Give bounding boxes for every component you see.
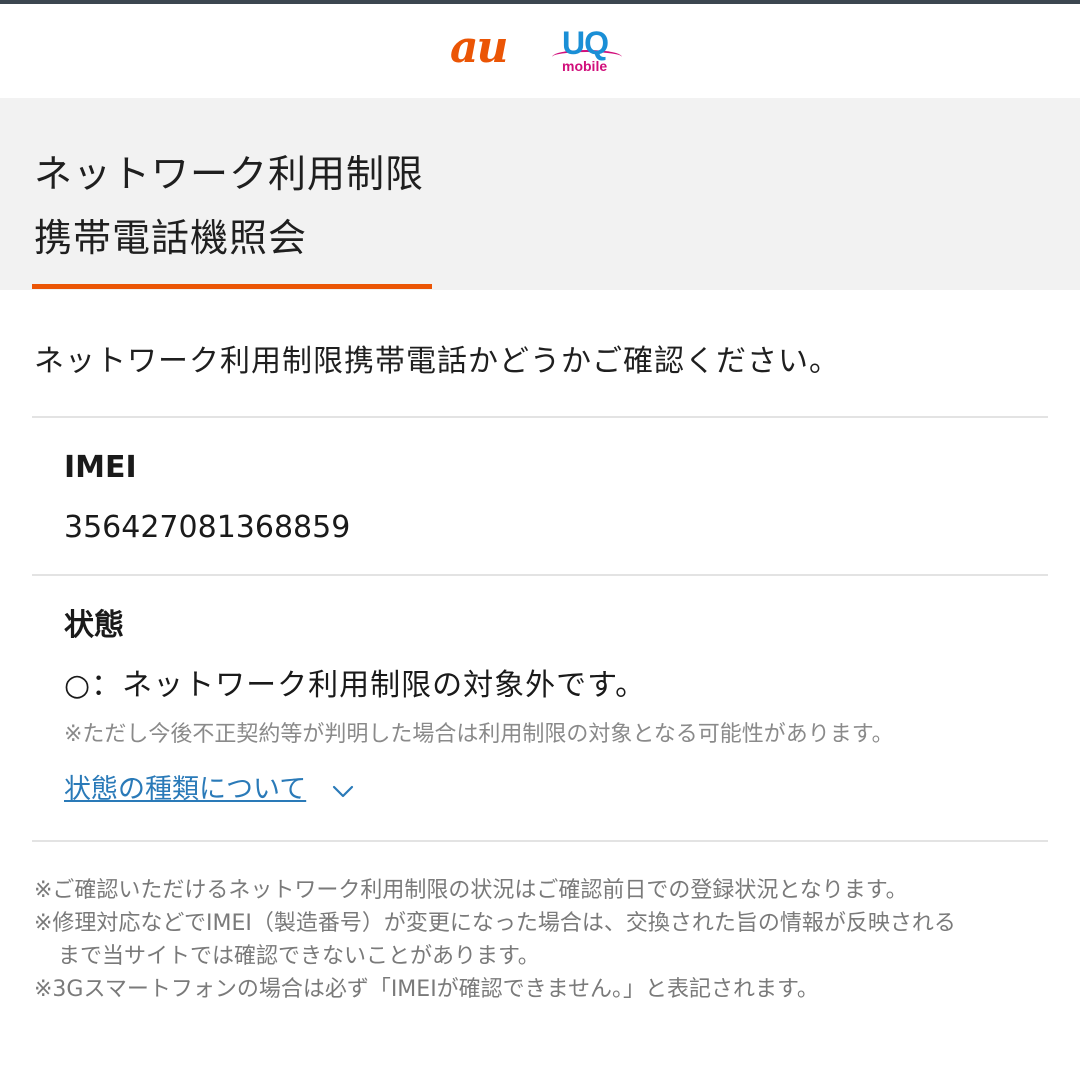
page-title: ネットワーク利用制限 携帯電話機照会 (34, 142, 734, 270)
uq-mobile-logo: UQ mobile (552, 26, 624, 78)
chevron-down-icon[interactable] (330, 778, 356, 804)
divider (32, 574, 1048, 576)
title-accent-underline (32, 284, 432, 289)
status-label: 状態 (64, 608, 124, 643)
page-title-line2: 携帯電話機照会 (34, 216, 308, 260)
divider (32, 840, 1048, 842)
footer-note-continued: まで当サイトでは確認できないことがあります。 (58, 944, 540, 969)
status-types-link[interactable]: 状態の種類について (64, 770, 306, 810)
status-note: ※ただし今後不正契約等が判明した場合は利用制限の対象となる可能性があります。 (64, 722, 894, 747)
uq-logo-subtext: mobile (562, 58, 608, 74)
footer-note: ※ご確認いただけるネットワーク利用制限の状況はご確認前日での登録状況となります。 (34, 878, 908, 903)
uq-logo-mark: UQ (562, 25, 609, 61)
imei-label: IMEI (64, 450, 137, 485)
page-title-line1: ネットワーク利用制限 (34, 152, 425, 196)
brand-header: au UQ mobile (0, 4, 1080, 98)
au-logo: au (450, 22, 509, 73)
status-value: ○：ネットワーク利用制限の対象外です。 (64, 668, 647, 703)
footer-note: ※修理対応などでIMEI（製造番号）が変更になった場合は、交換された旨の情報が反… (34, 911, 956, 936)
imei-value: 356427081368859 (64, 510, 351, 545)
page-header: ネットワーク利用制限 携帯電話機照会 (0, 98, 1080, 290)
intro-text: ネットワーク利用制限携帯電話かどうかご確認ください。 (34, 344, 840, 379)
footer-notes: ※ご確認いただけるネットワーク利用制限の状況はご確認前日での登録状況となります。… (34, 874, 1054, 1006)
footer-note: ※3Gスマートフォンの場合は必ず「IMEIが確認できません。」と表記されます。 (34, 977, 819, 1002)
divider (32, 416, 1048, 418)
